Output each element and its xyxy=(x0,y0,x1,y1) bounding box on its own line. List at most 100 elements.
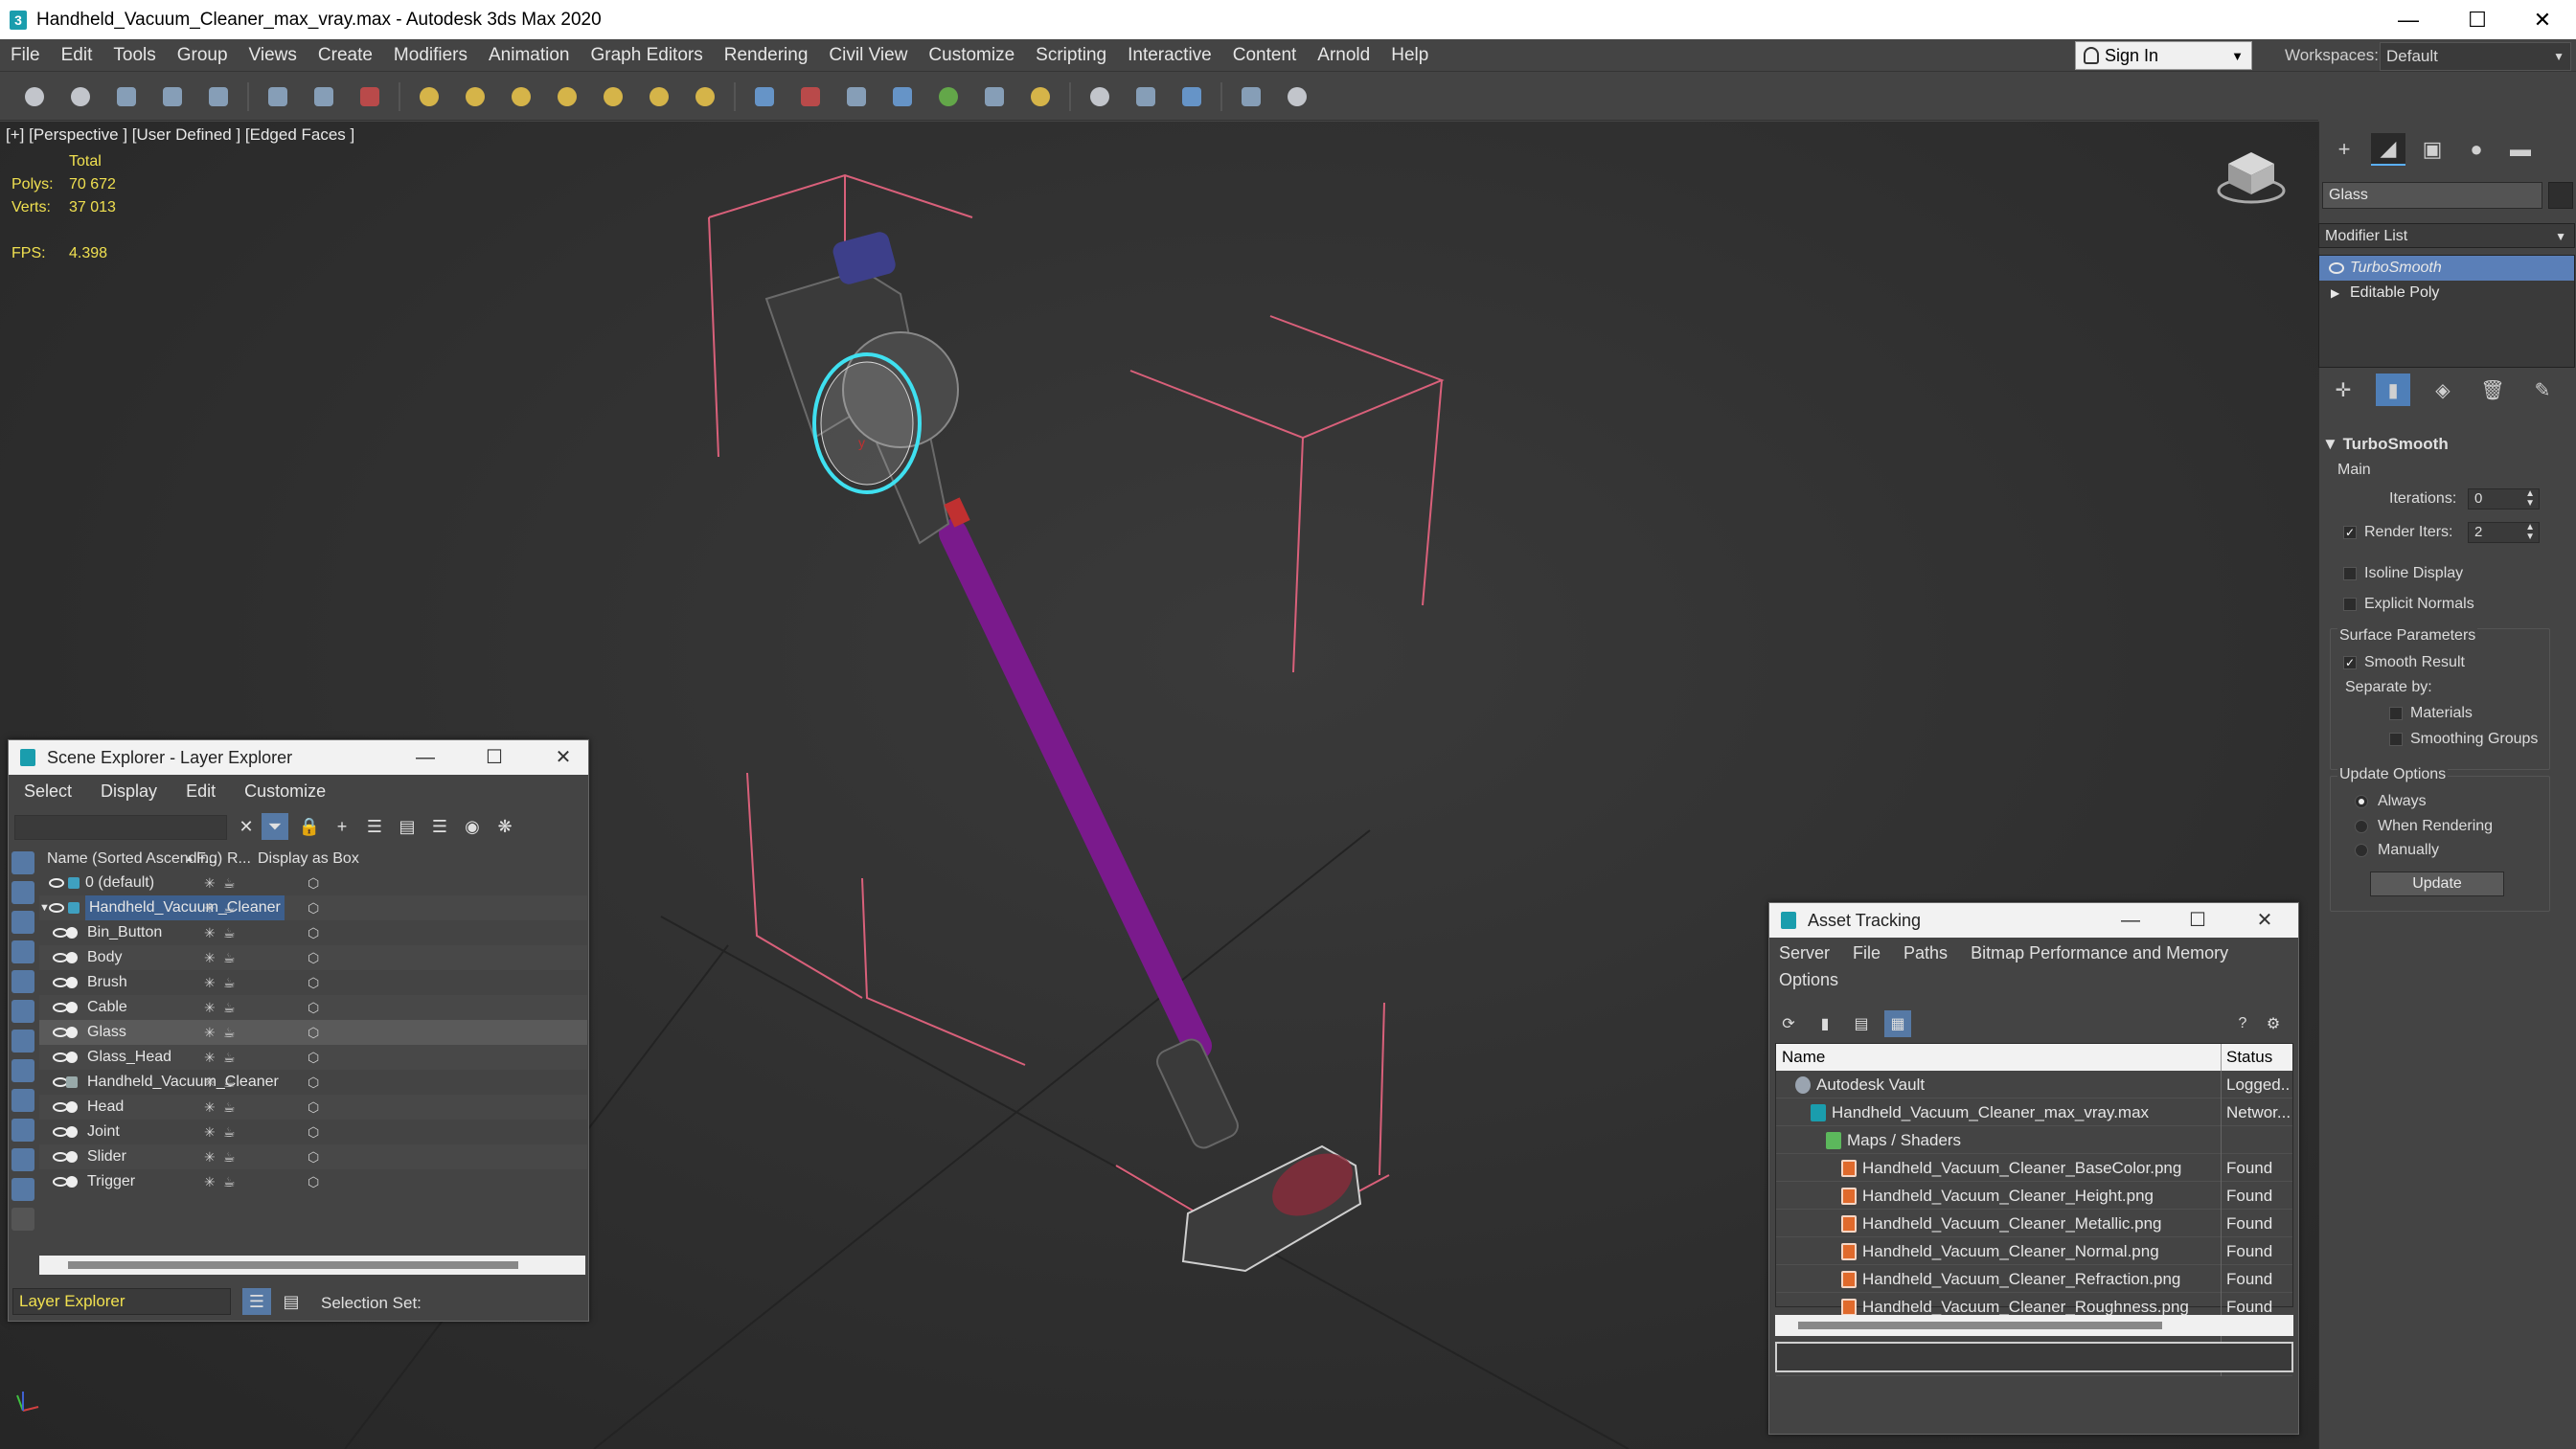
stack-icon[interactable]: ☰ xyxy=(426,813,453,840)
display-as-box-icon[interactable]: ⬡ xyxy=(308,1045,319,1070)
renderable-icon[interactable]: ☕ xyxy=(223,1045,236,1070)
scene-explorer-row[interactable]: Cable ✳ ☕ ⬡ xyxy=(39,995,587,1020)
freeze-icon[interactable]: ✳ xyxy=(204,895,216,920)
sphere-primitive-icon[interactable] xyxy=(504,79,538,114)
layer-manager-icon[interactable] xyxy=(885,79,920,114)
col-render[interactable]: R... xyxy=(227,848,251,871)
renderable-icon[interactable]: ☕ xyxy=(223,1020,236,1045)
renderable-icon[interactable]: ☕ xyxy=(223,920,236,945)
asset-path-field[interactable] xyxy=(1775,1342,2293,1372)
scene-explorer-row[interactable]: Brush ✳ ☕ ⬡ xyxy=(39,970,587,995)
modify-tab-icon[interactable]: ◢ xyxy=(2371,133,2405,166)
minimize-icon[interactable]: — xyxy=(2097,903,2164,938)
curve-editor-icon[interactable] xyxy=(931,79,966,114)
explorer-type-select[interactable]: Layer Explorer xyxy=(12,1288,231,1315)
material-editor-icon[interactable] xyxy=(1023,79,1058,114)
renderable-icon[interactable]: ☕ xyxy=(223,1169,236,1194)
scene-explorer-row[interactable]: Head ✳ ☕ ⬡ xyxy=(39,1095,587,1120)
renderable-icon[interactable]: ☕ xyxy=(223,1070,236,1095)
render-iters-spinner[interactable]: 2 ▲ ▼ xyxy=(2468,522,2540,543)
at-menu-options[interactable]: Options xyxy=(1779,970,1838,990)
menu-content[interactable]: Content xyxy=(1222,45,1308,66)
explicit-normals-checkbox[interactable]: Explicit Normals xyxy=(2343,596,2474,613)
sort-by-layer-icon[interactable]: ☰ xyxy=(242,1288,271,1315)
freeze-icon[interactable]: ✳ xyxy=(204,871,216,895)
display-as-box-icon[interactable]: ⬡ xyxy=(308,970,319,995)
display-tab-icon[interactable]: ▬ xyxy=(2503,133,2538,166)
undo-icon[interactable] xyxy=(17,79,52,114)
table-view-icon[interactable]: ▦ xyxy=(1884,1010,1911,1037)
render-production-icon[interactable] xyxy=(1174,79,1209,114)
add-layer-icon[interactable]: + xyxy=(329,813,355,840)
horizontal-scrollbar[interactable] xyxy=(1775,1315,2293,1336)
checkbox[interactable] xyxy=(2389,706,2403,720)
snap-icon[interactable] xyxy=(747,79,782,114)
menu-views[interactable]: Views xyxy=(239,45,308,66)
close-icon[interactable]: ✕ xyxy=(2231,903,2298,938)
stack-item-turbosmooth[interactable]: TurboSmooth xyxy=(2319,256,2574,281)
display-lights-icon[interactable] xyxy=(11,911,34,934)
menu-tools[interactable]: Tools xyxy=(103,45,166,66)
highlight-icon[interactable]: ❋ xyxy=(491,813,518,840)
display-containers-icon[interactable] xyxy=(11,1119,34,1142)
freeze-icon[interactable]: ✳ xyxy=(204,1070,216,1095)
checkbox-checked[interactable]: ✓ xyxy=(2343,525,2357,539)
delete-modifier-icon[interactable]: 🗑 xyxy=(2475,374,2510,406)
box-primitive-icon[interactable] xyxy=(412,79,446,114)
freeze-icon[interactable]: ✳ xyxy=(204,970,216,995)
light-bulb-icon[interactable]: ◉ xyxy=(459,813,486,840)
display-bones-icon[interactable] xyxy=(11,1089,34,1112)
scene-explorer-titlebar[interactable]: Scene Explorer - Layer Explorer — ☐ ✕ xyxy=(9,740,588,775)
object-color-swatch[interactable] xyxy=(2548,182,2573,209)
display-shapes-icon[interactable] xyxy=(11,881,34,904)
display-spacewarps-icon[interactable] xyxy=(11,1000,34,1023)
display-as-box-icon[interactable]: ⬡ xyxy=(308,1095,319,1120)
display-helpers-icon[interactable] xyxy=(11,970,34,993)
display-as-box-icon[interactable]: ⬡ xyxy=(308,995,319,1020)
renderable-icon[interactable]: ☕ xyxy=(223,945,236,970)
close-icon[interactable]: ✕ xyxy=(530,740,597,775)
minimize-icon[interactable]: — xyxy=(392,740,459,775)
layers-icon[interactable]: ☰ xyxy=(361,813,388,840)
viewport-label[interactable]: [+] [Perspective ] [User Defined ] [Edge… xyxy=(6,125,354,145)
menu-animation[interactable]: Animation xyxy=(478,45,581,66)
schematic-view-icon[interactable] xyxy=(977,79,1012,114)
pin-stack-icon[interactable]: ✛ xyxy=(2326,374,2360,406)
eye-icon[interactable] xyxy=(49,878,64,888)
freeze-icon[interactable]: ✳ xyxy=(204,1120,216,1144)
menu-group[interactable]: Group xyxy=(167,45,239,66)
isoline-checkbox[interactable]: Isoline Display xyxy=(2343,565,2463,582)
freeze-icon[interactable]: ✳ xyxy=(204,920,216,945)
scene-explorer-row[interactable]: ▼ Handheld_Vacuum_Cleaner ✳ ☕ ⬡ xyxy=(39,895,587,920)
maximize-icon[interactable]: ☐ xyxy=(461,740,528,775)
col-display-as-box[interactable]: Display as Box xyxy=(258,848,359,871)
minimize-icon[interactable]: — xyxy=(2376,0,2441,39)
renderable-icon[interactable]: ☕ xyxy=(223,871,236,895)
asset-tracking-titlebar[interactable]: Asset Tracking — ☐ ✕ xyxy=(1769,903,2298,938)
viewcube-icon[interactable] xyxy=(2213,148,2290,206)
search-input[interactable] xyxy=(14,815,227,840)
select-object-icon[interactable] xyxy=(307,79,341,114)
scene-explorer-row[interactable]: Bin_Button ✳ ☕ ⬡ xyxy=(39,920,587,945)
bind-spacewarp-icon[interactable] xyxy=(201,79,236,114)
render-setup-icon[interactable] xyxy=(1083,79,1117,114)
display-all-icon[interactable] xyxy=(11,1208,34,1231)
radio-selected[interactable] xyxy=(2355,794,2368,808)
configure-sets-icon[interactable]: ✎ xyxy=(2525,374,2560,406)
when-rendering-radio[interactable]: When Rendering xyxy=(2355,818,2493,835)
asset-row[interactable]: Handheld_Vacuum_Cleaner_max_vray.max Netw… xyxy=(1776,1098,2292,1126)
light-icon[interactable] xyxy=(642,79,676,114)
asset-row[interactable]: Handheld_Vacuum_Cleaner_Height.png Found xyxy=(1776,1182,2292,1210)
help-icon[interactable] xyxy=(1280,79,1314,114)
modifier-list-dropdown[interactable]: Modifier List ▼ xyxy=(2318,223,2575,248)
rendered-frame-window-icon[interactable] xyxy=(1128,79,1163,114)
at-menu-file[interactable]: File xyxy=(1853,943,1881,963)
se-menu-edit[interactable]: Edit xyxy=(186,781,216,802)
clear-search-icon[interactable]: ✕ xyxy=(233,813,260,840)
scene-explorer-row[interactable]: Slider ✳ ☕ ⬡ xyxy=(39,1144,587,1169)
hierarchy-icon[interactable]: ▤ xyxy=(394,813,421,840)
radio[interactable] xyxy=(2355,819,2368,833)
se-menu-select[interactable]: Select xyxy=(24,781,72,802)
at-menu-bitmap-performance[interactable]: Bitmap Performance and Memory xyxy=(1971,943,2228,963)
update-button[interactable]: Update xyxy=(2370,872,2504,896)
